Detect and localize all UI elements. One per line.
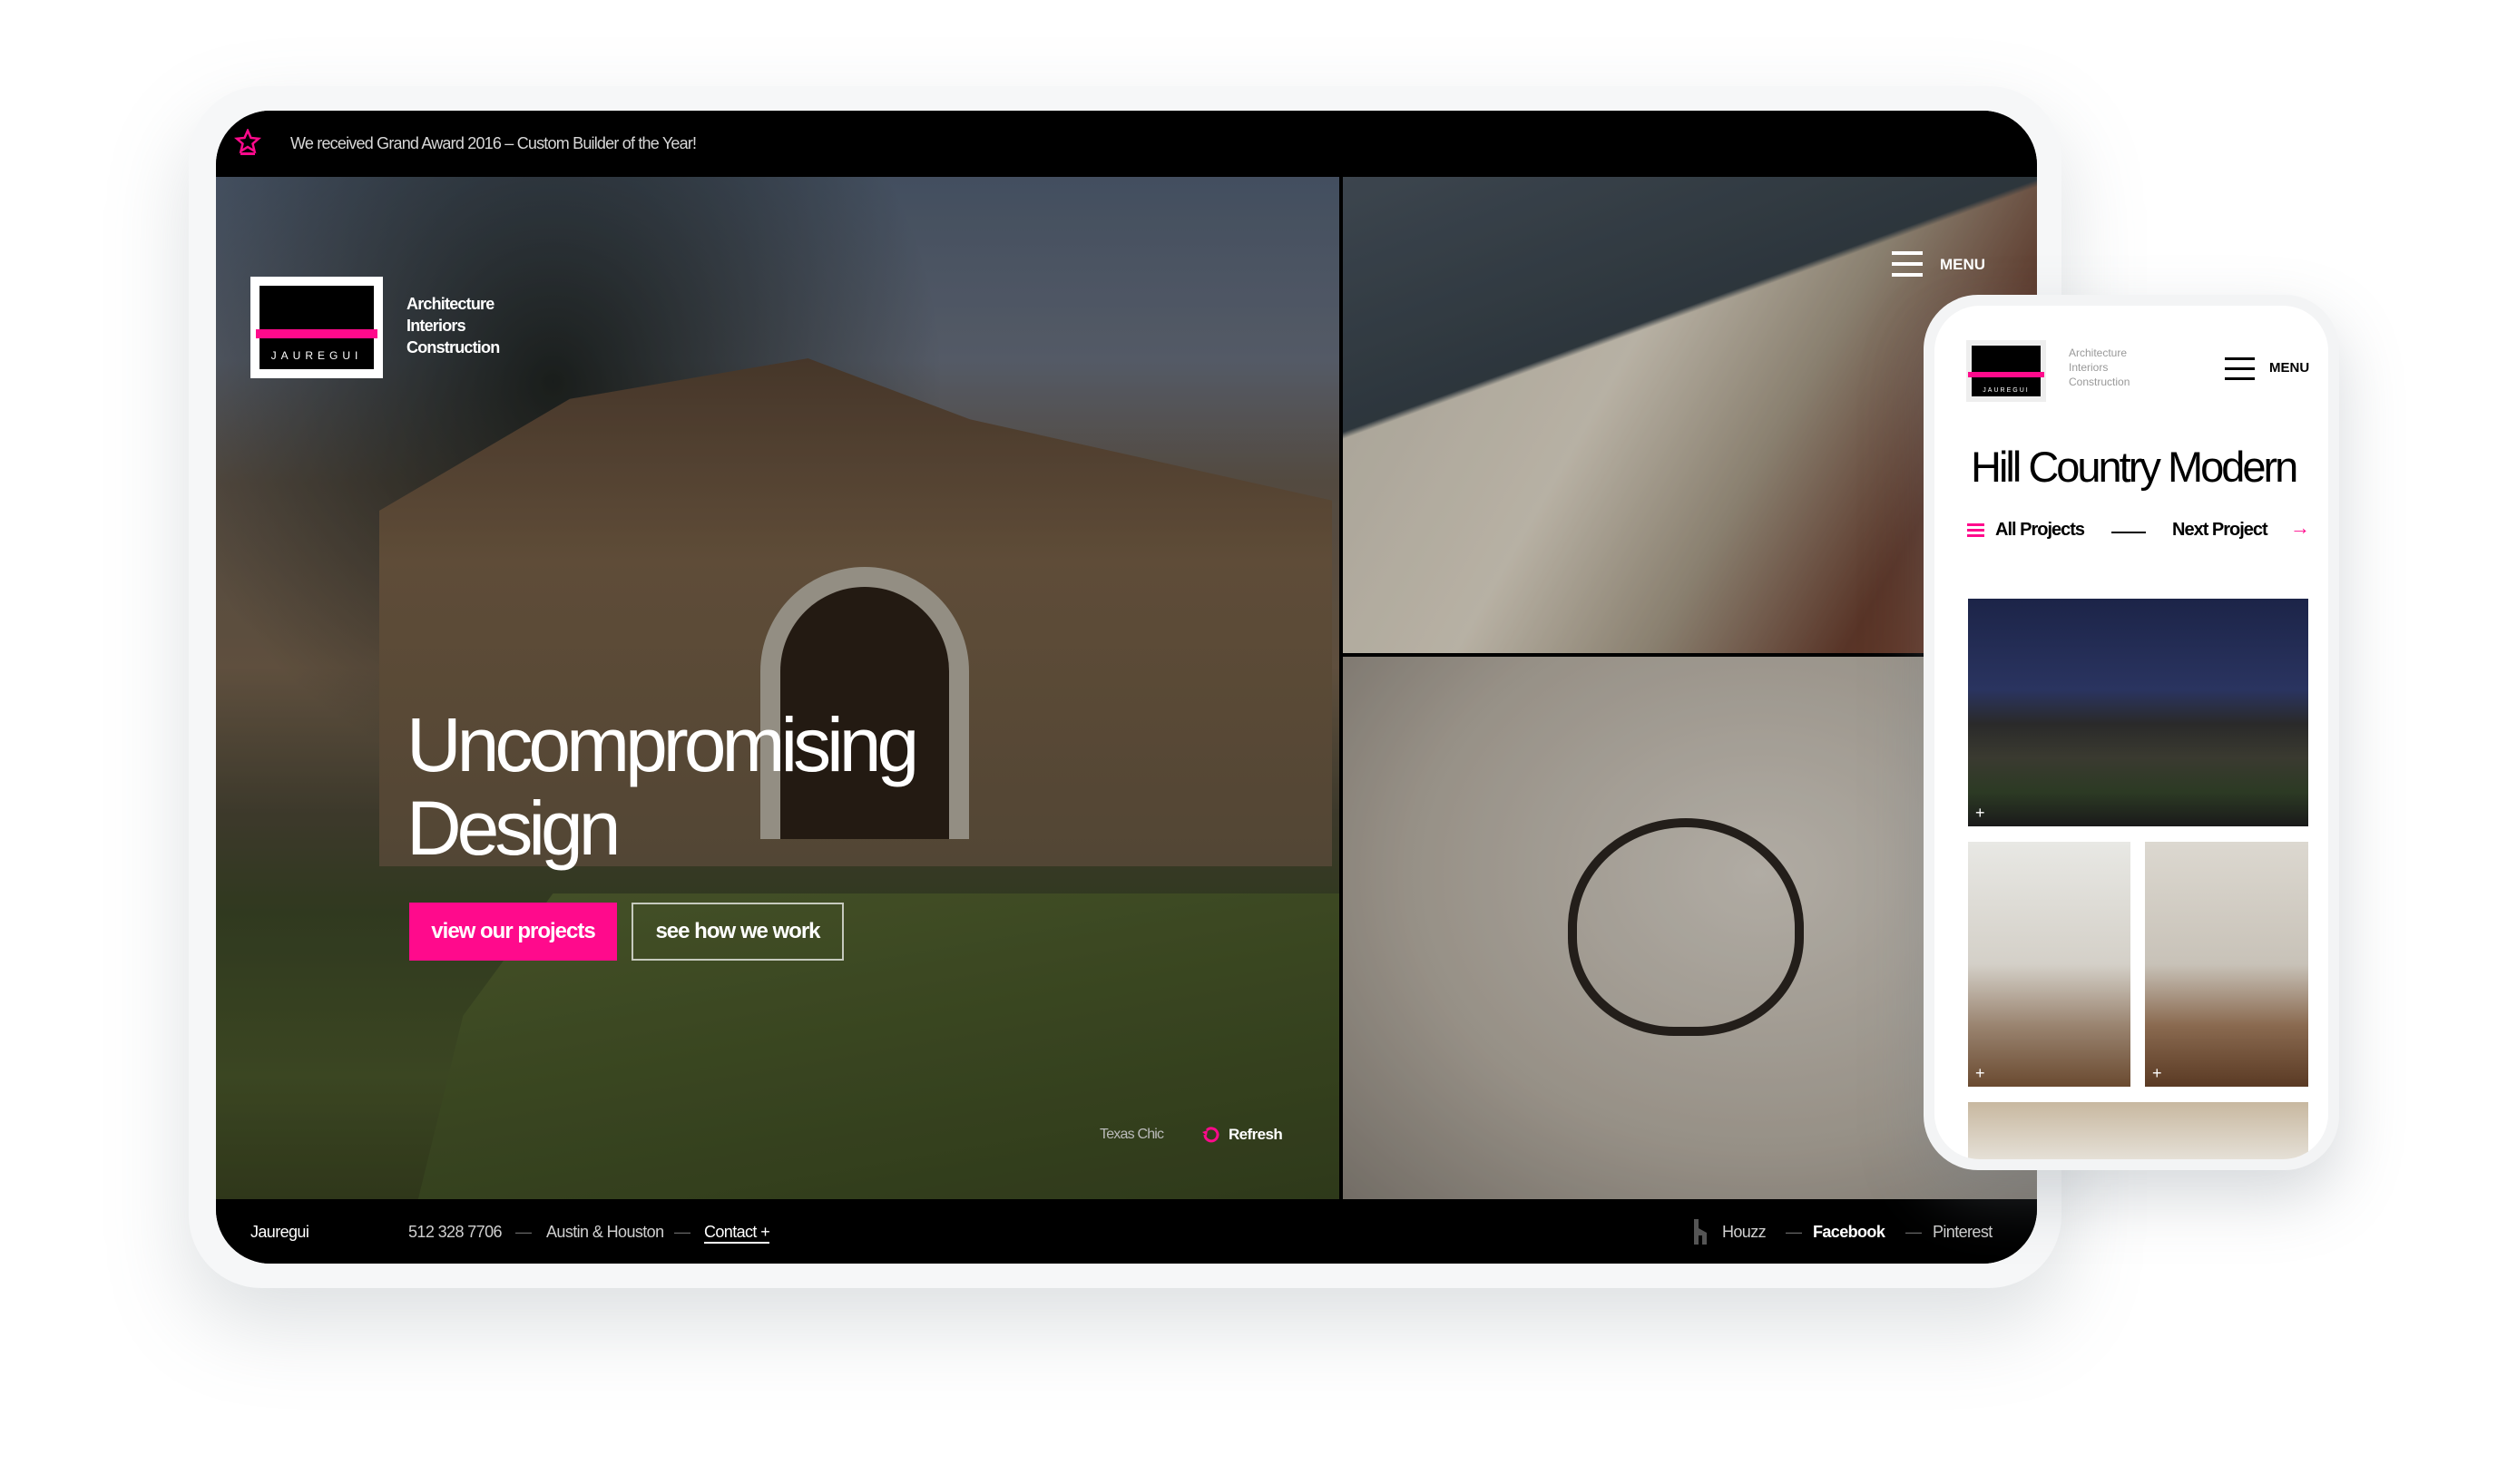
project-photo-dining[interactable]: + xyxy=(1968,842,2130,1087)
project-photo-interior[interactable] xyxy=(1968,1102,2308,1159)
tagline-item: Construction xyxy=(2069,376,2130,388)
announcement-text: We received Grand Award 2016 – Custom Bu… xyxy=(290,134,697,152)
headline-line: Uncompromising xyxy=(406,702,919,787)
footer-phone[interactable]: 512 328 7706 xyxy=(408,1223,503,1242)
next-project-link[interactable]: Next Project xyxy=(2172,520,2268,541)
refresh-button[interactable]: Refresh xyxy=(1229,1126,1283,1144)
pinterest-link[interactable]: Pinterest xyxy=(1933,1223,1993,1242)
separator: — xyxy=(674,1223,690,1241)
separator: — xyxy=(1786,1223,1802,1241)
separator: — xyxy=(515,1223,532,1241)
hero-image: JAUREGUI Architecture Interiors Construc… xyxy=(216,177,1339,1199)
tagline: Architecture Interiors Construction xyxy=(406,293,500,358)
award-star-icon xyxy=(234,129,261,155)
image-caption: Texas Chic xyxy=(1100,1127,1164,1142)
project-photo-exterior[interactable]: + xyxy=(1968,599,2308,826)
tagline-item: Architecture xyxy=(406,295,495,313)
menu-button[interactable]: MENU xyxy=(1940,256,1985,274)
expand-icon[interactable]: + xyxy=(1975,1064,1985,1083)
refresh-icon[interactable] xyxy=(1200,1124,1222,1146)
logo-text: JAUREGUI xyxy=(1983,387,2030,394)
expand-icon[interactable]: + xyxy=(1975,804,1985,823)
footer-locations: Austin & Houston xyxy=(546,1223,664,1241)
facebook-link[interactable]: Facebook xyxy=(1813,1223,1885,1242)
hero-headline: Uncompromising Design xyxy=(406,702,919,871)
arrow-right-icon[interactable]: → xyxy=(2290,516,2310,540)
separator: — xyxy=(1905,1223,1922,1241)
phone-screen: JAUREGUI Architecture Interiors Construc… xyxy=(1934,306,2328,1159)
tagline-item: Interiors xyxy=(406,317,466,335)
grid-icon xyxy=(1967,523,1984,537)
divider xyxy=(2111,532,2146,533)
expand-icon[interactable]: + xyxy=(2152,1064,2162,1083)
tagline-item: Architecture xyxy=(2069,347,2128,359)
phone-logo[interactable]: JAUREGUI xyxy=(1966,340,2046,402)
hero-overlay xyxy=(216,177,1339,1199)
footer-brand: Jauregui xyxy=(250,1223,309,1241)
project-title: Hill Country Modern xyxy=(1971,443,2298,491)
houzz-icon xyxy=(1694,1219,1707,1245)
phone-menu-button[interactable]: MENU xyxy=(2269,360,2309,376)
phone-menu-icon[interactable] xyxy=(2225,357,2255,380)
tablet-screen: We received Grand Award 2016 – Custom Bu… xyxy=(216,111,2037,1264)
view-projects-button[interactable]: view our projects xyxy=(409,903,617,961)
all-projects-link[interactable]: All Projects xyxy=(1995,520,2085,541)
tagline-item: Interiors xyxy=(2069,361,2109,374)
headline-line: Design xyxy=(406,786,621,871)
phone-tagline: Architecture Interiors Construction xyxy=(2069,346,2130,389)
logo-text: JAUREGUI xyxy=(270,349,363,362)
logo[interactable]: JAUREGUI xyxy=(250,277,383,378)
tagline-item: Construction xyxy=(406,338,500,356)
see-how-we-work-button[interactable]: see how we work xyxy=(632,903,844,961)
menu-icon[interactable] xyxy=(1892,251,1923,277)
footer: Jauregui 512 328 7706 — Austin & Houston… xyxy=(216,1199,2037,1264)
footer-contact-link[interactable]: Contact + xyxy=(704,1223,770,1244)
houzz-link[interactable]: Houzz xyxy=(1722,1223,1767,1242)
announcement-bar: We received Grand Award 2016 – Custom Bu… xyxy=(216,111,2037,177)
project-photo-bedroom[interactable]: + xyxy=(2145,842,2308,1087)
